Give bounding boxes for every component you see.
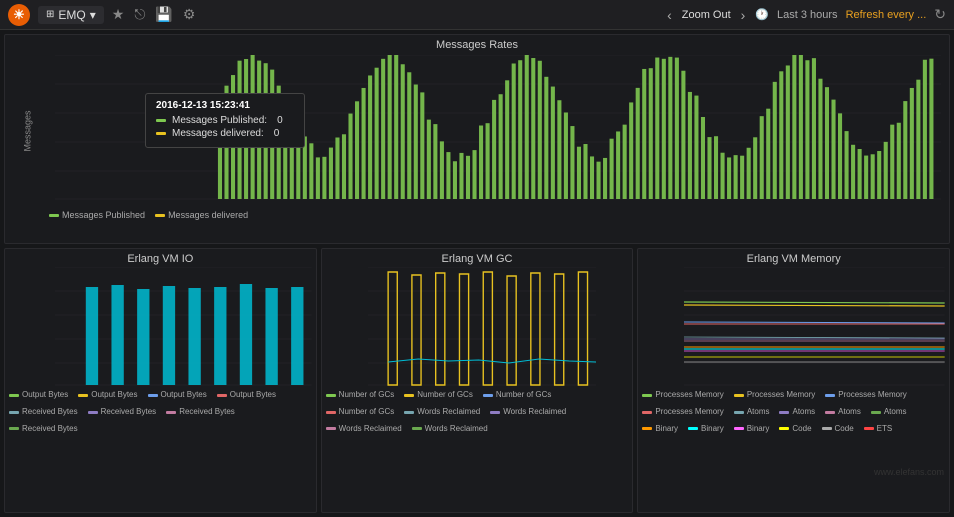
save-icon[interactable]: 💾 (155, 6, 172, 23)
erlang-vm-gc-chart: 25 K 20 K 15 K 10 K 5 K 0 8 Mil 6 Mil 4 … (368, 267, 597, 387)
legend-delivered: Messages delivered (155, 210, 248, 220)
watermark: www.elefans.com (874, 467, 944, 477)
tooltip-time: 2016-12-13 15:23:41 (156, 100, 294, 111)
erlang-vm-io-title: Erlang VM IO (5, 249, 316, 267)
messages-rates-title: Messages Rates (5, 35, 949, 53)
dashboard-name: EMQ (58, 8, 85, 22)
zoom-out-button[interactable]: Zoom Out (682, 9, 731, 21)
tooltip-row-delivered: Messages delivered: 0 (156, 128, 294, 139)
grafana-logo[interactable]: ☀ (8, 4, 30, 26)
tooltip-published-label: Messages Published: (172, 115, 267, 126)
delivered-color (156, 132, 166, 135)
share-icon[interactable]: ⎋ (134, 6, 145, 23)
tooltip-row-published: Messages Published: 0 (156, 115, 294, 126)
topnav-right: ‹ Zoom Out › 🕐 Last 3 hours Refresh ever… (665, 6, 946, 23)
erlang-vm-io-panel: Erlang VM IO 488 KiB 391 KiB 293 KiB 195… (4, 248, 317, 513)
erlang-vm-gc-panel: Erlang VM GC 25 K 20 K 15 K 10 K 5 K (321, 248, 634, 513)
messages-legend: Messages Published Messages delivered (5, 208, 949, 224)
dashboard-selector[interactable]: ⊞ EMQ ▾ (38, 6, 104, 24)
bottom-row: Erlang VM IO 488 KiB 391 KiB 293 KiB 195… (4, 248, 950, 513)
refresh-button[interactable]: ↻ (934, 6, 946, 23)
star-icon[interactable]: ★ (112, 6, 125, 23)
dropdown-caret: ▾ (90, 8, 96, 22)
messages-rates-panel: Messages Rates Messages 2000 1500 1000 5… (4, 34, 950, 244)
topnav: ☀ ⊞ EMQ ▾ ★ ⎋ 💾 ⚙ ‹ Zoom Out › 🕐 Last 3 … (0, 0, 954, 30)
refresh-interval-label[interactable]: Refresh every ... (846, 9, 927, 21)
dashboard-grid-icon: ⊞ (46, 9, 54, 20)
logo-icon: ☀ (13, 7, 25, 23)
erlang-vm-memory-legend: Processes Memory Processes Memory Proces… (638, 387, 949, 439)
tooltip-delivered-value: 0 (274, 128, 280, 139)
messages-y-label: Messages (23, 110, 33, 151)
time-range-label[interactable]: Last 3 hours (777, 9, 838, 21)
clock-icon: 🕐 (755, 8, 769, 21)
main-content: Messages Rates Messages 2000 1500 1000 5… (0, 30, 954, 517)
erlang-vm-gc-title: Erlang VM GC (322, 249, 633, 267)
legend-delivered-color (155, 214, 165, 217)
legend-published-label: Messages Published (62, 210, 145, 220)
erlang-vm-memory-chart: 1.2 GiB 954 MiB 715 MiB 477 MiB 238 MiB … (684, 267, 945, 387)
legend-published: Messages Published (49, 210, 145, 220)
topnav-actions: ★ ⎋ 💾 ⚙ (112, 6, 196, 23)
legend-published-color (49, 214, 59, 217)
erlang-vm-gc-legend: Number of GCs Number of GCs Number of GC… (322, 387, 633, 439)
erlang-vm-io-legend: Output Bytes Output Bytes Output Bytes O… (5, 387, 316, 439)
erlang-vm-memory-title: Erlang VM Memory (638, 249, 949, 267)
published-color (156, 119, 166, 122)
legend-delivered-label: Messages delivered (168, 210, 248, 220)
zoom-back-button[interactable]: ‹ (665, 7, 674, 23)
tooltip-delivered-label: Messages delivered: (172, 128, 264, 139)
zoom-forward-button[interactable]: › (739, 7, 748, 23)
tooltip-published-value: 0 (277, 115, 283, 126)
messages-tooltip: 2016-12-13 15:23:41 Messages Published: … (145, 93, 305, 148)
settings-icon[interactable]: ⚙ (183, 6, 196, 23)
erlang-vm-io-chart: 488 KiB 391 KiB 293 KiB 195 KiB 98 KiB 0… (55, 267, 312, 387)
